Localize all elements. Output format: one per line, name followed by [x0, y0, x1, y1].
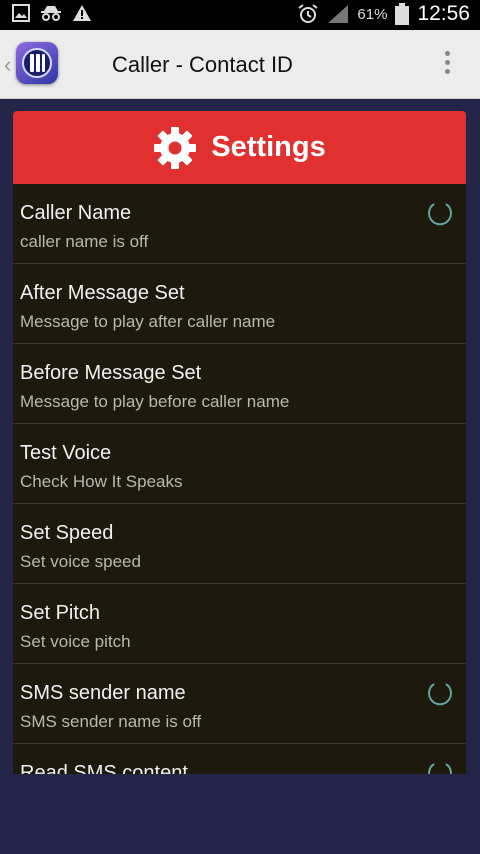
setting-before-message[interactable]: Before Message Set Message to play befor… [13, 344, 466, 424]
app-title: Caller - Contact ID [112, 52, 293, 77]
overflow-menu-icon[interactable] [442, 48, 452, 80]
setting-after-message[interactable]: After Message Set Message to play after … [13, 264, 466, 344]
status-bar: 61% 12:56 [0, 0, 480, 30]
setting-title: SMS sender name [20, 682, 186, 704]
app-logo-icon[interactable] [16, 42, 58, 84]
setting-title: Before Message Set [20, 362, 202, 384]
setting-summary: Message to play before caller name [20, 392, 290, 411]
setting-sms-sender-name[interactable]: SMS sender name SMS sender name is off [13, 664, 466, 744]
setting-title: After Message Set [20, 282, 185, 304]
setting-summary: Set voice speed [20, 552, 141, 571]
warning-notification-icon [73, 5, 91, 21]
setting-summary: Set voice pitch [20, 632, 131, 651]
incognito-notification-icon [41, 6, 61, 21]
setting-title: Set Pitch [20, 602, 101, 624]
app-bar: ‹ Caller - Contact ID [0, 30, 480, 99]
toggle-off-icon[interactable] [426, 200, 454, 228]
alarm-icon [298, 4, 319, 23]
setting-test-voice[interactable]: Test Voice Check How It Speaks [13, 424, 466, 504]
setting-title: Caller Name [20, 202, 132, 224]
gear-icon [154, 126, 197, 169]
setting-set-speed[interactable]: Set Speed Set voice speed [13, 504, 466, 584]
setting-set-pitch[interactable]: Set Pitch Set voice pitch [13, 584, 466, 664]
setting-title: Read SMS content [20, 762, 188, 774]
clock: 12:56 [417, 2, 470, 25]
setting-title: Test Voice [20, 442, 112, 464]
setting-caller-name[interactable]: Caller Name caller name is off [13, 184, 466, 264]
setting-title: Set Speed [20, 522, 114, 544]
setting-summary: Message to play after caller name [20, 312, 276, 331]
toggle-off-icon[interactable] [426, 760, 454, 774]
setting-read-sms-content[interactable]: Read SMS content [13, 744, 466, 774]
battery-percentage: 61% [357, 5, 388, 23]
setting-summary: SMS sender name is off [20, 712, 202, 731]
battery-icon [395, 3, 410, 25]
signal-icon [328, 5, 349, 23]
settings-panel: Settings Caller Name caller name is off … [13, 111, 466, 774]
back-chevron-icon[interactable]: ‹ [4, 52, 11, 78]
setting-summary: Check How It Speaks [20, 472, 183, 491]
toggle-off-icon[interactable] [426, 680, 454, 708]
settings-title: Settings [211, 131, 326, 163]
gallery-notification-icon [12, 4, 30, 22]
settings-header: Settings [13, 111, 466, 184]
setting-summary: caller name is off [20, 232, 149, 251]
